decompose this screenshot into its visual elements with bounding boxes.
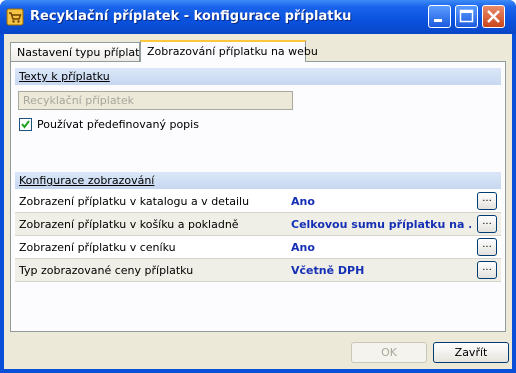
edit-cart-button[interactable]: ... <box>477 215 497 233</box>
tab-panel: Texty k příplatku Recyklační příplatek P… <box>10 61 506 332</box>
minimize-button[interactable] <box>428 5 451 28</box>
window-title: Recyklační příplatek - konfigurace přípl… <box>30 9 352 24</box>
title-bar[interactable]: Recyklační příplatek - konfigurace přípl… <box>0 0 516 34</box>
edit-pricelist-button[interactable]: ... <box>477 238 497 256</box>
row-label: Zobrazení příplatku v košíku a pokladně <box>19 218 239 231</box>
table-row: Zobrazení příplatku v košíku a pokladně … <box>15 213 501 236</box>
ok-button[interactable]: OK <box>351 342 427 363</box>
dialog-client-area: Nastavení typu příplatku Zobrazování pří… <box>4 34 512 369</box>
dialog-window: Recyklační příplatek - konfigurace přípl… <box>0 0 516 373</box>
tab-web-display[interactable]: Zobrazování příplatku na webu <box>140 40 318 62</box>
tab-type-settings[interactable]: Nastavení typu příplatku <box>10 42 153 61</box>
table-row: Zobrazení příplatku v ceníku Ano ... <box>15 236 501 259</box>
check-icon <box>21 120 30 129</box>
description-text-field[interactable]: Recyklační příplatek <box>18 91 293 110</box>
minimize-icon <box>434 19 442 22</box>
row-label: Zobrazení příplatku v katalogu a v detai… <box>19 195 250 208</box>
row-value: Celkovou sumu příplatku na ... <box>291 218 471 231</box>
maximize-icon <box>459 9 474 23</box>
close-window-button[interactable] <box>482 5 505 28</box>
display-section-header: Konfigurace zobrazování <box>15 172 501 189</box>
table-row: Typ zobrazované ceny příplatku Včetně DP… <box>15 259 501 282</box>
row-value: Ano <box>291 195 315 208</box>
row-value: Včetně DPH <box>291 264 365 277</box>
maximize-button[interactable] <box>455 5 478 28</box>
cart-icon <box>6 8 24 26</box>
texts-section-header: Texty k příplatku <box>15 68 501 85</box>
row-label: Zobrazení příplatku v ceníku <box>19 241 176 254</box>
close-button[interactable]: Zavřít <box>433 342 509 363</box>
checkbox-label: Používat předefinovaný popis <box>37 118 199 131</box>
edit-price-type-button[interactable]: ... <box>477 261 497 279</box>
close-icon <box>487 10 500 23</box>
predefined-description-checkbox[interactable] <box>19 118 32 131</box>
row-label: Typ zobrazované ceny příplatku <box>19 264 194 277</box>
table-row: Zobrazení příplatku v katalogu a v detai… <box>15 190 501 213</box>
edit-catalog-button[interactable]: ... <box>477 192 497 210</box>
display-config-grid: Zobrazení příplatku v katalogu a v detai… <box>15 190 501 282</box>
row-value: Ano <box>291 241 315 254</box>
